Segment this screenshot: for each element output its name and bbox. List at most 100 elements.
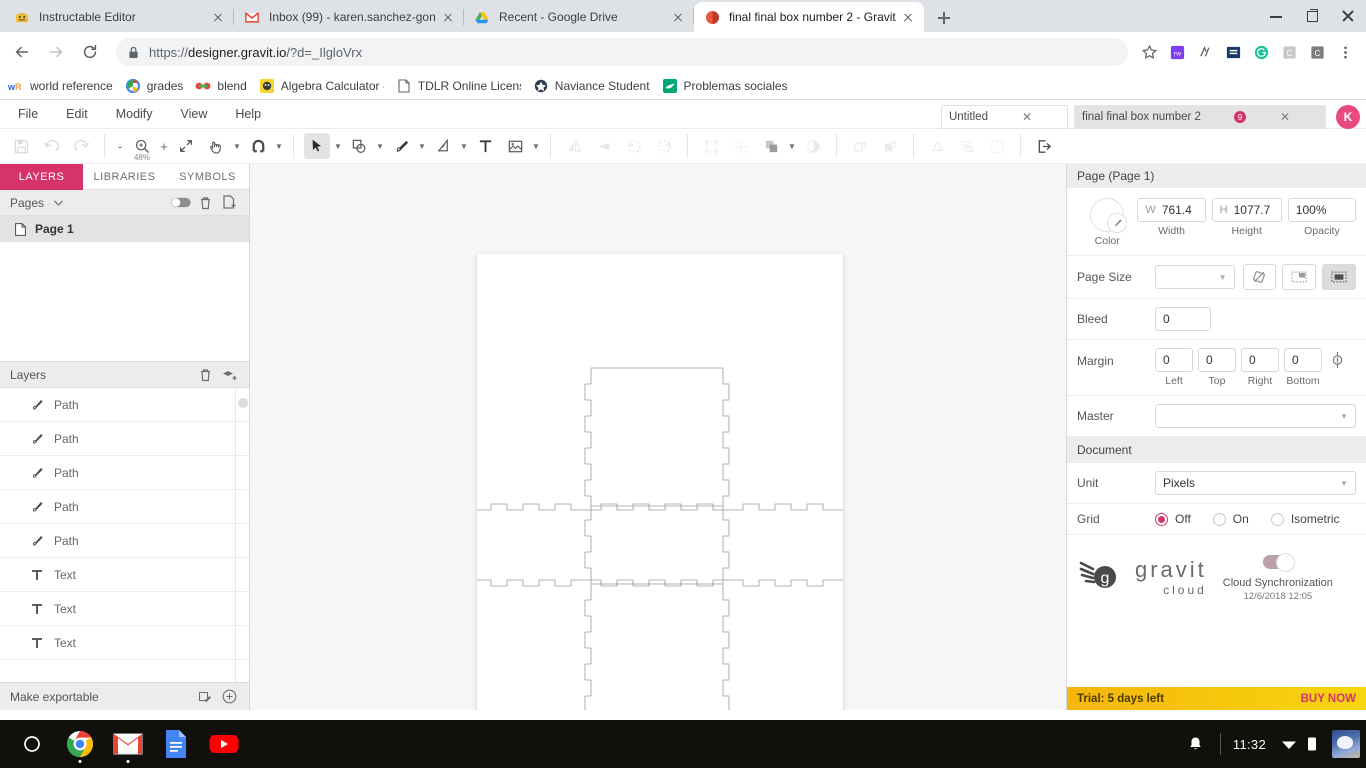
close-icon[interactable]: ✕ <box>1022 110 1032 124</box>
margin-top-input[interactable]: 0 <box>1198 348 1236 372</box>
menu-help[interactable]: Help <box>235 107 261 121</box>
star-icon[interactable] <box>1136 39 1162 65</box>
address-bar[interactable]: https:// designer.gravit.io /?d=_IlgloVr… <box>116 38 1128 66</box>
cloud-sync-toggle[interactable] <box>1262 553 1295 572</box>
google-docs-icon[interactable] <box>152 720 200 768</box>
margin-bottom-input[interactable]: 0 <box>1284 348 1322 372</box>
send-backward-button[interactable] <box>877 133 903 159</box>
mask-button[interactable] <box>800 133 826 159</box>
orientation-landscape-button[interactable] <box>1282 264 1317 290</box>
rotate-ccw-button[interactable] <box>621 133 647 159</box>
zoom-in-button[interactable]: + <box>157 139 171 154</box>
text-tool[interactable] <box>472 133 498 159</box>
reload-icon[interactable] <box>76 38 104 66</box>
bring-forward-button[interactable] <box>847 133 873 159</box>
pages-visibility-toggle[interactable] <box>171 193 191 213</box>
scrollbar-thumb[interactable] <box>237 398 248 408</box>
chevron-down-icon[interactable] <box>48 193 68 213</box>
shape-tool[interactable] <box>346 133 372 159</box>
flip-vertical-button[interactable] <box>591 133 617 159</box>
c-extension-1-icon[interactable]: C <box>1276 39 1302 65</box>
bookmark-algebra-calculator[interactable]: Algebra Calculator - <box>259 78 384 94</box>
page-size-select[interactable]: ▼ <box>1155 265 1235 289</box>
close-window-button[interactable] <box>1330 0 1366 32</box>
menu-modify[interactable]: Modify <box>116 107 153 121</box>
forward-icon[interactable] <box>42 38 70 66</box>
grid-option-on[interactable]: On <box>1212 512 1249 526</box>
document-tab-final-box[interactable]: final final box number 2 9 ✕ <box>1074 105 1326 129</box>
new-tab-button[interactable] <box>930 4 958 32</box>
design-canvas[interactable] <box>250 164 1066 710</box>
margin-left-input[interactable]: 0 <box>1155 348 1193 372</box>
bookmark-blend[interactable]: blend <box>195 78 247 94</box>
margin-right-input[interactable]: 0 <box>1241 348 1279 372</box>
bell-icon[interactable] <box>1188 736 1203 752</box>
link-margins-icon[interactable] <box>1330 348 1345 374</box>
youtube-icon[interactable] <box>200 720 248 768</box>
list-item[interactable]: Text <box>0 558 249 592</box>
browser-tab-gravit[interactable]: final final box number 2 - Gravit <box>694 2 924 32</box>
width-input[interactable]: W 761.4 <box>1137 198 1206 222</box>
height-input[interactable]: H 1077.7 <box>1211 198 1282 222</box>
menu-icon[interactable] <box>1332 39 1358 65</box>
layers-list[interactable]: Path Path Path Path Path Text Text Text <box>0 388 249 682</box>
chevron-down-icon[interactable]: ▼ <box>273 134 285 158</box>
page-list-item-page1[interactable]: Page 1 <box>0 216 249 242</box>
browser-tab-drive[interactable]: Recent - Google Drive <box>464 2 694 32</box>
add-page-icon[interactable] <box>219 193 239 213</box>
menu-edit[interactable]: Edit <box>66 107 88 121</box>
grammarly-icon[interactable] <box>1248 39 1274 65</box>
convert-to-path-button[interactable] <box>924 133 950 159</box>
delete-layer-icon[interactable] <box>195 365 215 385</box>
group-button[interactable] <box>698 133 724 159</box>
export-button[interactable] <box>1031 133 1057 159</box>
pen-tool[interactable] <box>388 133 414 159</box>
ava-icon[interactable] <box>1192 39 1218 65</box>
bleed-input[interactable]: 0 <box>1155 307 1211 331</box>
list-item[interactable]: Path <box>0 456 249 490</box>
image-tool[interactable] <box>502 133 528 159</box>
bookmark-grades[interactable]: grades <box>125 78 183 94</box>
bookmark-tdlr[interactable]: TDLR Online Licensin <box>396 78 521 94</box>
add-layer-icon[interactable] <box>219 365 239 385</box>
tab-libraries[interactable]: LIBRARIES <box>83 164 166 190</box>
list-item[interactable]: Text <box>0 626 249 660</box>
hand-tool[interactable] <box>203 133 229 159</box>
zoom-out-button[interactable]: - <box>113 139 127 154</box>
rotate-cw-button[interactable] <box>651 133 677 159</box>
unit-select[interactable]: Pixels ▼ <box>1155 471 1356 495</box>
close-icon[interactable] <box>210 9 226 25</box>
list-item[interactable]: Path <box>0 524 249 558</box>
distribute-button[interactable] <box>954 133 980 159</box>
back-icon[interactable] <box>8 38 36 66</box>
list-item[interactable]: Path <box>0 388 249 422</box>
orientation-rotate-button[interactable] <box>1242 264 1277 290</box>
list-item[interactable]: Path <box>0 422 249 456</box>
redo-button[interactable] <box>68 133 94 159</box>
wallpaper-thumb[interactable] <box>1332 730 1360 758</box>
magnet-snap-tool[interactable] <box>245 133 271 159</box>
layers-scrollbar[interactable] <box>235 388 249 682</box>
finger-joint-box-net[interactable] <box>477 254 843 710</box>
brush-tool[interactable] <box>430 133 456 159</box>
minimize-button[interactable] <box>1258 0 1294 32</box>
add-export-icon[interactable] <box>219 687 239 707</box>
menu-file[interactable]: File <box>18 107 38 121</box>
chrome-icon[interactable] <box>56 720 104 768</box>
gmail-icon[interactable] <box>104 720 152 768</box>
chevron-down-icon[interactable]: ▼ <box>530 134 542 158</box>
orientation-portrait-button[interactable] <box>1322 264 1356 290</box>
chevron-down-icon[interactable]: ▼ <box>332 134 344 158</box>
color-well[interactable] <box>1090 198 1128 233</box>
battery-icon[interactable] <box>1307 736 1317 752</box>
save-button[interactable] <box>8 133 34 159</box>
wifi-icon[interactable] <box>1281 738 1297 750</box>
menu-view[interactable]: View <box>181 107 208 121</box>
canvas-page[interactable] <box>477 254 843 710</box>
ungroup-button[interactable] <box>728 133 754 159</box>
puzzle-extension-icon[interactable]: rw <box>1164 39 1190 65</box>
bookmark-problemas-sociales[interactable]: Problemas sociales <box>662 78 787 94</box>
master-select[interactable]: ▼ <box>1155 404 1356 428</box>
list-item[interactable]: Text <box>0 592 249 626</box>
chevron-down-icon[interactable]: ▼ <box>786 134 798 158</box>
